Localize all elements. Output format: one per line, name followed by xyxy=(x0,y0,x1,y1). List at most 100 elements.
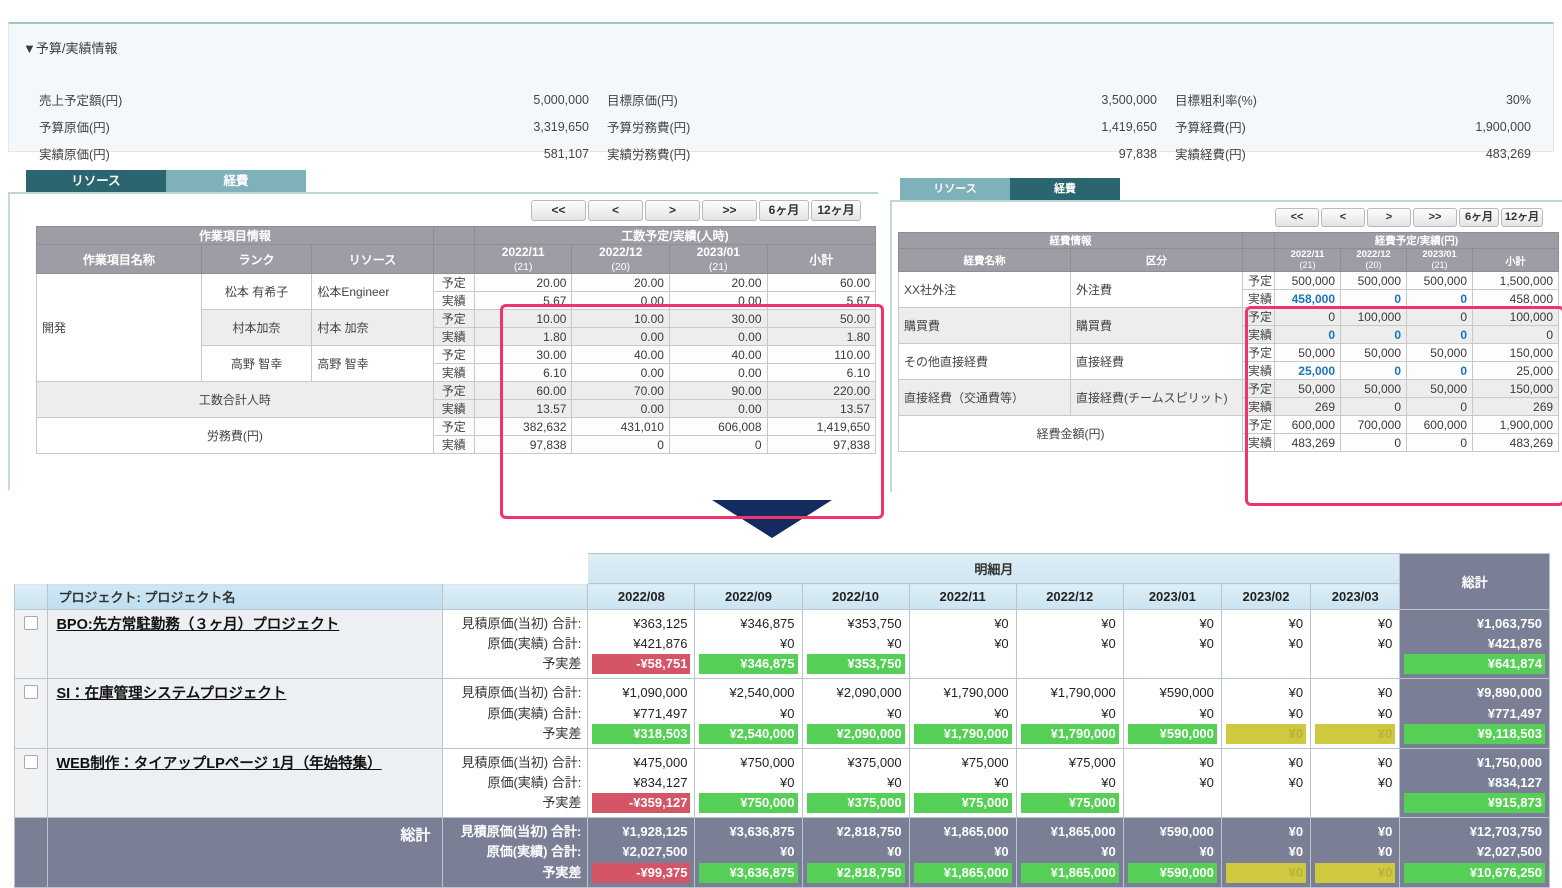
tab-expense[interactable]: 経費 xyxy=(166,170,306,192)
actual-value: 0.00 xyxy=(669,364,767,382)
project-link[interactable]: BPO:先方常駐勤務（３ヶ月）プロジェクト xyxy=(56,617,339,633)
range-6months-button[interactable]: 6ヶ月 xyxy=(759,200,809,221)
plan-value: 50,000 xyxy=(1341,344,1407,362)
actual-subtotal: 483,269 xyxy=(1473,434,1559,452)
nav-prev-button[interactable]: < xyxy=(588,200,643,221)
variance-value: -¥58,751 xyxy=(592,654,690,674)
actual-value-link[interactable]: 0 xyxy=(1407,326,1473,344)
total-variance: ¥915,873 xyxy=(1404,793,1545,813)
actual-value: ¥0 xyxy=(807,634,905,654)
metric-label: 原価(実績) 合計: xyxy=(449,842,581,862)
resource-column-header-row: 作業項目名称 ランク リソース 2022/11 (21) 2022/12 (20… xyxy=(37,245,876,274)
resource-panel-body: << < > >> 6ヶ月 12ヶ月 作業項目情報 工数予定/実績(人時) xyxy=(8,194,878,490)
variance-value: ¥375,000 xyxy=(807,793,905,813)
actual-value-link[interactable]: 25,000 xyxy=(1275,362,1341,380)
estimate-value: ¥590,000 xyxy=(1128,683,1217,703)
total-variance: ¥641,874 xyxy=(1404,654,1545,674)
actual-value-link[interactable]: 0 xyxy=(1341,362,1407,380)
metric-label: 予実差 xyxy=(449,793,581,813)
estimate-value: ¥2,818,750 xyxy=(807,822,905,842)
month-values-cell: ¥353,750¥0¥353,750 xyxy=(802,610,909,679)
month-values-cell: ¥1,790,000¥0¥1,790,000 xyxy=(909,679,1016,748)
nav-last-button[interactable]: >> xyxy=(702,200,757,221)
actual-label: 実績 xyxy=(1243,362,1275,380)
metric-label: 原価(実績) 合計: xyxy=(449,773,581,793)
actual-value-link[interactable]: 458,000 xyxy=(1275,290,1341,308)
actual-value: ¥0 xyxy=(1021,704,1119,724)
tab-resource[interactable]: リソース xyxy=(900,178,1010,200)
budget-value: 5,000,000 xyxy=(339,86,597,113)
row-total-cell: ¥1,063,750¥421,876¥641,874 xyxy=(1400,610,1550,679)
nav-next-button[interactable]: > xyxy=(1367,208,1411,227)
estimate-value: ¥1,090,000 xyxy=(592,683,690,703)
range-6months-button[interactable]: 6ヶ月 xyxy=(1459,208,1499,227)
row-checkbox[interactable] xyxy=(24,685,38,699)
nav-prev-button[interactable]: < xyxy=(1321,208,1365,227)
plan-value: 30.00 xyxy=(474,346,572,364)
tab-expense[interactable]: 経費 xyxy=(1010,178,1120,200)
plan-value: 90.00 xyxy=(669,382,767,400)
row-checkbox[interactable] xyxy=(24,616,38,630)
month-values-cell: ¥750,000¥0¥750,000 xyxy=(695,748,802,817)
month-label: 2022/12 xyxy=(599,245,642,259)
row-checkbox-cell[interactable] xyxy=(15,679,48,748)
actual-value: ¥0 xyxy=(1128,842,1217,862)
variance-value: ¥3,636,875 xyxy=(699,863,797,883)
estimate-value: ¥750,000 xyxy=(699,753,797,773)
month-label: 2023/01 xyxy=(697,245,740,259)
nav-next-button[interactable]: > xyxy=(645,200,700,221)
nav-first-button[interactable]: << xyxy=(1275,208,1319,227)
project-link[interactable]: WEB制作：タイアップLPページ 1月（年始特集） xyxy=(56,756,381,772)
down-arrow-icon xyxy=(712,500,832,538)
budget-value: 97,838 xyxy=(907,140,1165,167)
resource-group-header-row: 作業項目情報 工数予定/実績(人時) xyxy=(37,227,876,245)
variance-value: ¥75,000 xyxy=(1021,793,1119,813)
actual-value: 1.80 xyxy=(474,328,572,346)
actual-value: ¥421,876 xyxy=(592,634,690,654)
resource-cell: 松本Engineer xyxy=(312,274,433,310)
budget-label: 目標粗利率(%) xyxy=(1165,86,1475,113)
actual-value-link[interactable]: 0 xyxy=(1341,326,1407,344)
month-values-cell: ¥0¥0 xyxy=(1221,748,1310,817)
variance-value: ¥590,000 xyxy=(1128,863,1217,883)
tab-resource[interactable]: リソース xyxy=(26,170,166,192)
actual-value-link[interactable]: 0 xyxy=(1275,326,1341,344)
nav-first-button[interactable]: << xyxy=(531,200,586,221)
actual-value-link[interactable]: 0 xyxy=(1341,290,1407,308)
actual-value: 0 xyxy=(572,436,670,454)
month-values-cell: ¥75,000¥0¥75,000 xyxy=(909,748,1016,817)
row-total-cell: ¥9,890,000¥771,497¥9,118,503 xyxy=(1400,679,1550,748)
total-actual: ¥834,127 xyxy=(1404,773,1545,793)
project-link[interactable]: SI：在庫管理システムプロジェクト xyxy=(56,686,286,702)
project-name-cell: BPO:先方常駐勤務（３ヶ月）プロジェクト xyxy=(48,610,443,679)
budget-panel-title[interactable]: ▼予算/実績情報 xyxy=(23,38,117,57)
estimate-value: ¥0 xyxy=(914,614,1012,634)
estimate-value: ¥363,125 xyxy=(592,614,690,634)
estimate-value: ¥0 xyxy=(1226,683,1306,703)
nav-last-button[interactable]: >> xyxy=(1413,208,1457,227)
row-checkbox[interactable] xyxy=(24,755,38,769)
variance-value: ¥1,865,000 xyxy=(1021,863,1119,883)
row-checkbox-cell[interactable] xyxy=(15,610,48,679)
actual-value: 0 xyxy=(1341,434,1407,452)
row-checkbox-cell[interactable] xyxy=(15,748,48,817)
total-estimate: ¥9,890,000 xyxy=(1404,683,1545,703)
actual-value: 0 xyxy=(1407,434,1473,452)
variance-value: ¥318,503 xyxy=(592,724,690,744)
estimate-value: ¥75,000 xyxy=(1021,753,1119,773)
range-12months-button[interactable]: 12ヶ月 xyxy=(1501,208,1543,227)
plan-subtotal: 50.00 xyxy=(767,310,875,328)
month-days: (21) xyxy=(514,261,533,273)
actual-value-link[interactable]: 0 xyxy=(1407,362,1473,380)
variance-value: ¥1,790,000 xyxy=(914,724,1012,744)
month-label: 2023/01 xyxy=(1422,249,1456,260)
project-name-cell: SI：在庫管理システムプロジェクト xyxy=(48,679,443,748)
actual-value: 0 xyxy=(1407,398,1473,416)
project-name-cell: WEB制作：タイアップLPページ 1月（年始特集） xyxy=(48,748,443,817)
actual-value-link[interactable]: 0 xyxy=(1407,290,1473,308)
actual-value: ¥2,027,500 xyxy=(592,842,690,862)
plan-label: 予定 xyxy=(433,382,474,400)
rank-cell: 松本 有希子 xyxy=(201,274,312,310)
budget-label: 実績原価(円) xyxy=(39,140,339,167)
range-12months-button[interactable]: 12ヶ月 xyxy=(811,200,861,221)
